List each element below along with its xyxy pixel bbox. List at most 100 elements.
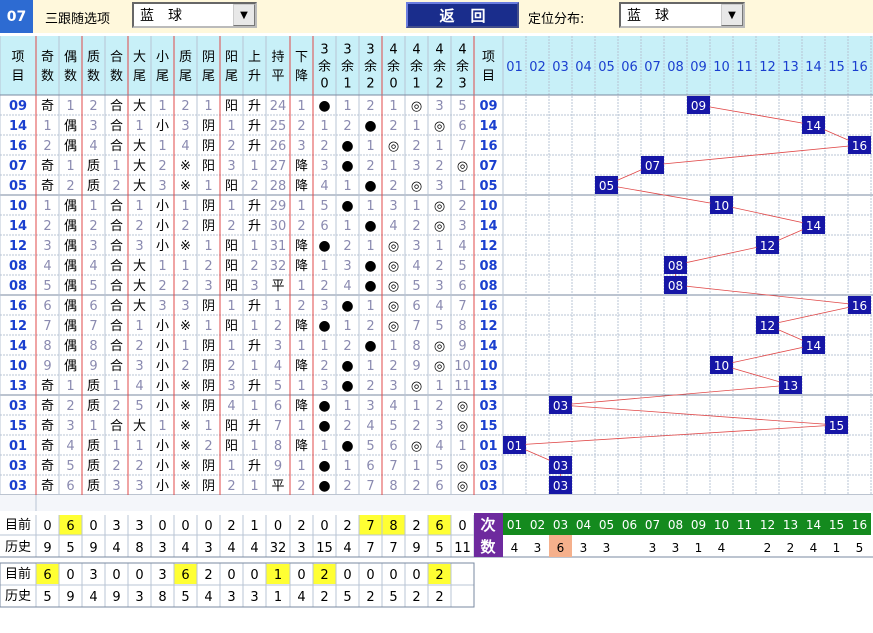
selected-number-text: 08 [668, 279, 683, 293]
cell-text: 8 [458, 319, 466, 334]
cell-text: 1 [66, 159, 74, 174]
current-count: 2 [204, 568, 212, 583]
header-text: 1 [343, 77, 351, 92]
cell-text: 小 [156, 379, 169, 394]
cell-text: 3 [274, 339, 282, 354]
header-text: 4 [435, 43, 443, 58]
cell-text: 小 [156, 479, 169, 494]
selected-number-text: 12 [760, 319, 775, 333]
header-text: 4 [458, 43, 466, 58]
cell-text: 阴 [202, 399, 215, 414]
cell-text: 质 [87, 159, 100, 174]
header-text: 余 [364, 59, 377, 75]
cell-text: 1 [66, 99, 74, 114]
cell-text: 9 [458, 339, 466, 354]
header-text: 数 [41, 69, 54, 84]
cell-text: ※ [180, 419, 191, 434]
cell-text: 7 [458, 299, 466, 314]
header-text: 3 [343, 43, 351, 58]
dist-number: 02 [530, 518, 545, 532]
cell-text: 1 [458, 179, 466, 194]
cell-text: 4 [389, 219, 397, 234]
cell-text: 6 [43, 299, 51, 314]
cell-text: 1 [158, 139, 166, 154]
cell-text: 3 [158, 179, 166, 194]
cell-text: 3 [297, 139, 305, 154]
cell-text: 09 [479, 99, 497, 114]
header-text: 阳 [225, 50, 238, 65]
number-header: 15 [828, 60, 845, 75]
cell-text: 10 [479, 359, 497, 374]
cell-text: 5 [366, 439, 374, 454]
follow-option-select[interactable]: 蓝球 ▼ [132, 2, 257, 28]
cell-text: 3 [181, 299, 189, 314]
cell-text: 1 [412, 459, 420, 474]
cell-text: 14 [9, 339, 27, 354]
cell-text: ◎ [434, 119, 445, 134]
current-count: 2 [297, 519, 305, 534]
back-button[interactable]: 返回 [406, 2, 519, 28]
current-count: 0 [366, 568, 374, 583]
cell-text: ※ [180, 319, 191, 334]
cell-text: 2 [66, 179, 74, 194]
cell-text: 合 [110, 419, 123, 434]
cell-text: 6 [389, 439, 397, 454]
cell-text: 3 [343, 259, 351, 274]
header-text: 3 [366, 43, 374, 58]
cell-text: 偶 [64, 279, 77, 294]
cell-text: 阳 [225, 419, 238, 434]
cell-text: ◎ [457, 419, 468, 434]
cell-text: ◎ [388, 239, 399, 254]
cell-text: 1 [297, 279, 305, 294]
cell-text: 升 [248, 139, 261, 154]
dist-count: 4 [511, 541, 519, 555]
current-count: 0 [43, 519, 51, 534]
selected-number-text: 07 [645, 159, 660, 173]
cell-text: 4 [181, 139, 189, 154]
cell-text: 6 [320, 219, 328, 234]
cell-text: 4 [458, 239, 466, 254]
cell-text: 3 [227, 159, 235, 174]
position-select[interactable]: 蓝球 ▼ [619, 2, 745, 28]
cell-text: 奇 [41, 398, 54, 414]
current-label: 目前 [5, 566, 31, 582]
cell-text: 2 [412, 479, 420, 494]
cell-text: 1 [181, 199, 189, 214]
cell-text: 16 [479, 299, 497, 314]
chevron-down-icon[interactable]: ▼ [721, 4, 743, 26]
cell-text: 1 [89, 419, 97, 434]
history-count: 1 [274, 590, 282, 605]
cell-text: 1 [366, 239, 374, 254]
cell-text: 奇 [41, 438, 54, 454]
history-count: 9 [43, 541, 51, 556]
chevron-down-icon[interactable]: ▼ [233, 4, 255, 26]
current-count: 0 [89, 519, 97, 534]
dist-number: 15 [829, 518, 844, 532]
header-text: 合 [110, 50, 123, 65]
cell-text: 3 [135, 359, 143, 374]
cell-text: 合 [110, 319, 123, 334]
cell-text: 阴 [202, 479, 215, 494]
cell-text: 阳 [225, 99, 238, 114]
history-count: 4 [250, 541, 258, 556]
cell-text: 9 [89, 359, 97, 374]
cell-text: ◎ [434, 219, 445, 234]
dist-count: 1 [833, 541, 841, 555]
cell-text: 5 [435, 319, 443, 334]
header-text: 目 [11, 69, 24, 84]
cell-text: 质 [87, 479, 100, 494]
cell-text: 升 [248, 299, 261, 314]
cell-text: 09 [9, 99, 27, 114]
cell-text: 2 [297, 119, 305, 134]
history-count: 5 [435, 541, 443, 556]
cell-text: ● [364, 118, 376, 134]
header-text: 升 [248, 69, 261, 84]
cell-text: 2 [435, 159, 443, 174]
cell-text: 质 [87, 399, 100, 414]
current-count: 6 [43, 568, 51, 583]
cell-text: 升 [248, 339, 261, 354]
cell-text: ※ [180, 479, 191, 494]
header-text: 平 [271, 69, 284, 84]
cell-text: 10 [479, 199, 497, 214]
cell-text: ◎ [457, 479, 468, 494]
